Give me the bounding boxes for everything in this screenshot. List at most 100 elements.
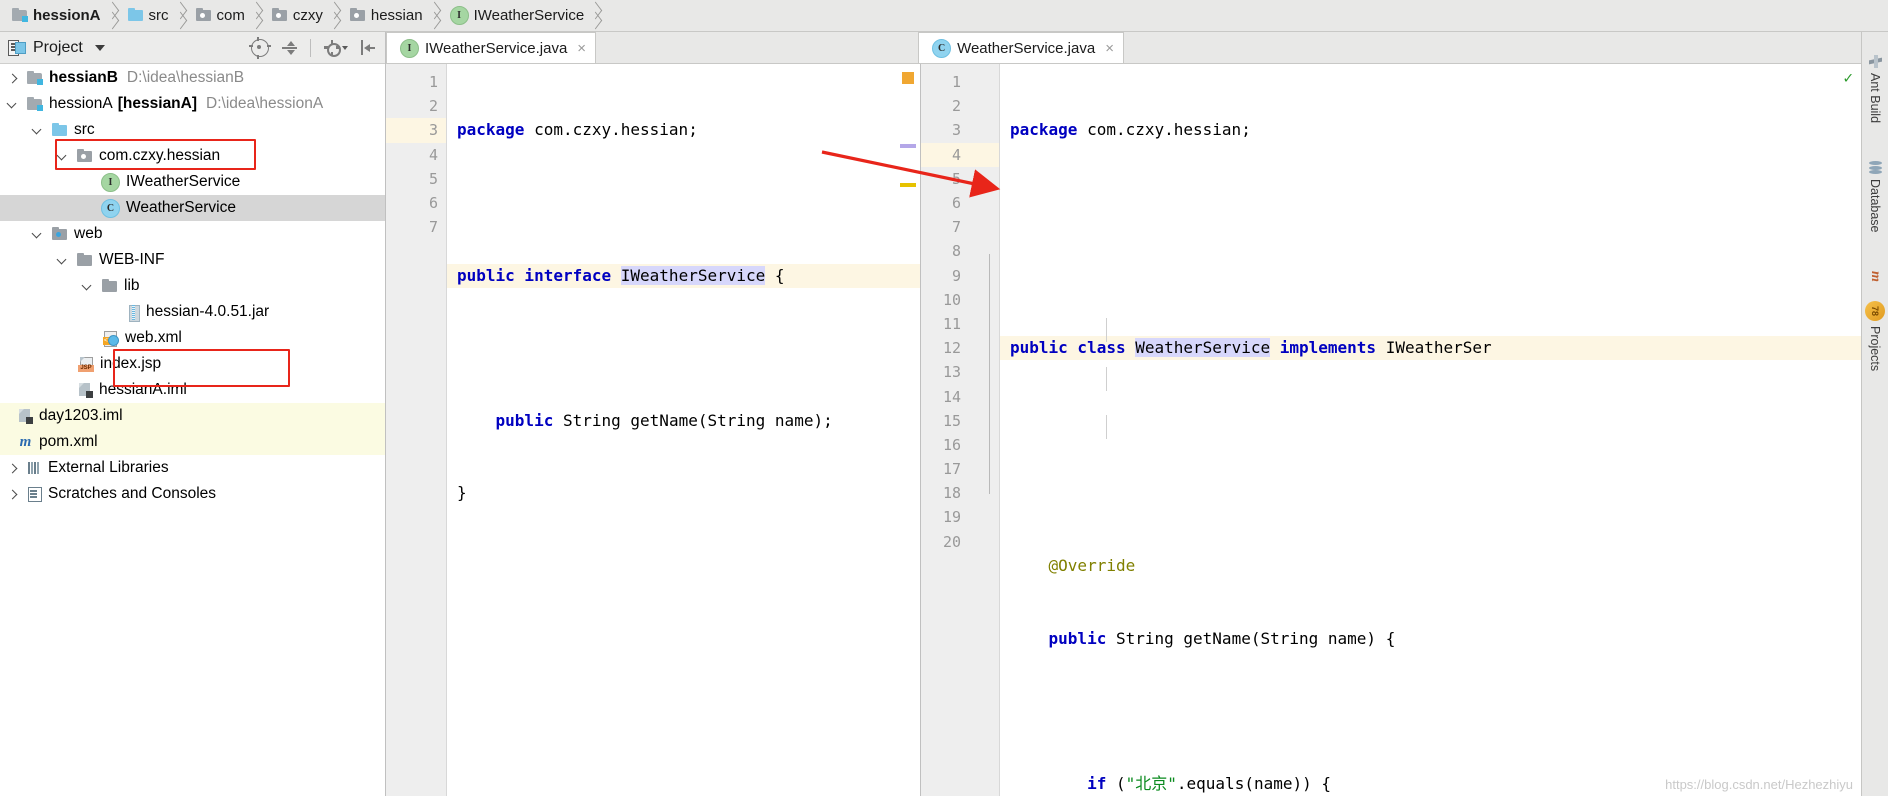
close-icon[interactable]: × <box>577 40 586 57</box>
main-body: Project hessianB D:\idea\hessianB hessio… <box>0 32 1888 796</box>
tree-node-lib[interactable]: lib <box>0 273 385 299</box>
editor-tab-WeatherService[interactable]: C WeatherService.java × <box>918 32 1124 63</box>
project-panel-title-group[interactable]: Project <box>8 39 105 57</box>
tree-node-IWeatherService[interactable]: I IWeatherService <box>0 169 385 195</box>
editor-splitter: 1 2 3 4 5 6 7 package com.czxy.hessian; … <box>386 64 1861 796</box>
module-icon <box>12 8 28 22</box>
editor-area: I IWeatherService.java × C WeatherServic… <box>386 32 1861 796</box>
iml-file-icon <box>78 382 93 398</box>
jar-icon <box>127 304 140 322</box>
left-code-text[interactable]: package com.czxy.hessian; public interfa… <box>447 64 920 796</box>
settings-gear-icon[interactable] <box>324 39 341 57</box>
collapse-all-icon[interactable] <box>282 40 297 56</box>
right-code-text[interactable]: package com.czxy.hessian; public class W… <box>1000 64 1861 796</box>
tree-node-index-jsp[interactable]: JSP index.jsp <box>0 351 385 377</box>
tree-node-hessionA[interactable]: hessionA [hessianA] D:\idea\hessionA <box>0 91 385 117</box>
tree-node-label: lib <box>124 277 140 294</box>
breadcrumb-item-com[interactable]: com <box>188 0 251 31</box>
breadcrumb-separator-icon <box>175 0 188 31</box>
scrollbar-warning-mark[interactable] <box>902 72 914 84</box>
tree-node-hessian-jar[interactable]: hessian-4.0.51.jar <box>0 299 385 325</box>
line-number: 2 <box>951 97 961 116</box>
editor-tab-IWeatherService[interactable]: I IWeatherService.java × <box>386 32 597 63</box>
chevron-down-icon[interactable] <box>81 280 94 293</box>
project-panel-actions <box>249 36 379 59</box>
tool-button-maven[interactable]: m <box>1865 266 1885 287</box>
hide-panel-icon[interactable] <box>361 40 375 55</box>
breadcrumb-label: hessionA <box>33 7 101 24</box>
scrollbar-warning-stripe[interactable] <box>900 183 916 187</box>
line-number: 14 <box>942 387 961 406</box>
editor-pane-IWeatherService[interactable]: 1 2 3 4 5 6 7 package com.czxy.hessian; … <box>386 64 921 796</box>
tree-node-day1203-iml[interactable]: day1203.iml <box>0 403 385 429</box>
tree-node-label: hessian-4.0.51.jar <box>146 303 270 320</box>
code-line: public class WeatherService implements I… <box>1000 336 1861 361</box>
breadcrumb-item-hessian[interactable]: hessian <box>342 0 429 31</box>
tree-node-src[interactable]: src <box>0 117 385 143</box>
close-icon[interactable]: × <box>1105 40 1114 57</box>
code-line: } <box>457 483 467 503</box>
project-panel-header: Project <box>0 32 385 64</box>
chevron-right-icon[interactable] <box>6 488 19 501</box>
tree-node-WeatherService[interactable]: C WeatherService <box>0 195 385 221</box>
tree-node-label: src <box>74 121 95 138</box>
chevron-right-icon[interactable] <box>6 72 19 85</box>
chevron-right-icon[interactable] <box>6 462 19 475</box>
tree-node-label: WEB-INF <box>99 251 165 268</box>
breadcrumb-label: IWeatherService <box>473 7 585 24</box>
chevron-down-icon[interactable] <box>31 228 44 241</box>
tool-button-database[interactable]: Database <box>1866 156 1884 238</box>
tree-node-pom-xml[interactable]: m pom.xml <box>0 429 385 455</box>
breadcrumb-item-hessionA[interactable]: hessionA <box>4 0 107 31</box>
tree-node-WEB-INF[interactable]: WEB-INF <box>0 247 385 273</box>
left-gutter[interactable]: 1 2 3 4 5 6 7 <box>386 64 447 796</box>
chevron-down-icon[interactable] <box>56 254 69 267</box>
breadcrumb-item-czxy[interactable]: czxy <box>264 0 329 31</box>
breadcrumb-item-src[interactable]: src <box>120 0 175 31</box>
idea-window: hessionA src com czxy hessian I IWeather… <box>0 0 1888 796</box>
tool-button-label: Database <box>1868 179 1882 233</box>
source-folder-icon <box>52 122 68 137</box>
tree-node-com-czxy-hessian[interactable]: com.czxy.hessian <box>0 143 385 169</box>
code-line: package com.czxy.hessian; <box>457 120 698 140</box>
database-icon <box>1868 161 1882 175</box>
tool-button-projects[interactable]: 78 Projects <box>1863 296 1887 376</box>
ant-build-icon <box>1868 55 1882 68</box>
tree-node-scratches-and-consoles[interactable]: Scratches and Consoles <box>0 481 385 507</box>
tree-node-label: External Libraries <box>48 459 169 476</box>
breadcrumb: hessionA src com czxy hessian I IWeather… <box>0 0 1888 32</box>
chevron-down-icon[interactable] <box>6 98 19 111</box>
tab-bar-filler-left <box>596 33 919 63</box>
chevron-down-icon[interactable] <box>342 45 348 50</box>
scrollbar-usage-mark[interactable] <box>900 144 916 148</box>
tool-button-ant-build[interactable]: Ant Build <box>1866 50 1884 128</box>
chevron-down-icon[interactable] <box>31 124 44 137</box>
interface-icon: I <box>101 172 120 192</box>
chevron-down-icon[interactable] <box>56 150 69 163</box>
scroll-from-source-icon[interactable] <box>249 36 271 59</box>
code-line: package com.czxy.hessian; <box>1010 120 1251 140</box>
class-icon: C <box>932 38 952 58</box>
tree-node-web[interactable]: web <box>0 221 385 247</box>
line-number: 7 <box>951 218 961 237</box>
code-line: @Override <box>1010 555 1136 575</box>
tree-node-external-libraries[interactable]: External Libraries <box>0 455 385 481</box>
project-tree[interactable]: hessianB D:\idea\hessianB hessionA [hess… <box>0 64 385 796</box>
tree-node-hessianA-iml[interactable]: hessianA.iml <box>0 377 385 403</box>
breadcrumb-item-IWeatherService[interactable]: I IWeatherService <box>442 0 591 31</box>
jsp-file-icon: JSP <box>78 356 94 372</box>
right-gutter[interactable]: 1 2 3 4 5 6 7 8 9 10 11 12 13 14 15 16 1… <box>921 64 1000 796</box>
indent-guide <box>1106 318 1107 342</box>
package-folder-icon <box>349 8 366 22</box>
tree-node-label: day1203.iml <box>39 407 123 424</box>
tree-node-label: web <box>74 225 103 242</box>
line-number: 9 <box>951 266 961 285</box>
web-folder-icon <box>52 226 68 241</box>
tool-button-label: Projects <box>1868 326 1882 372</box>
editor-pane-WeatherService[interactable]: 1 2 3 4 5 6 7 8 9 10 11 12 13 14 15 16 1… <box>921 64 1861 796</box>
checkmark-icon[interactable]: ✓ <box>1843 66 1853 90</box>
chevron-down-icon[interactable] <box>94 44 105 51</box>
tree-node-web-xml[interactable]: <> web.xml <box>0 325 385 351</box>
tree-node-hessianB[interactable]: hessianB D:\idea\hessianB <box>0 65 385 91</box>
